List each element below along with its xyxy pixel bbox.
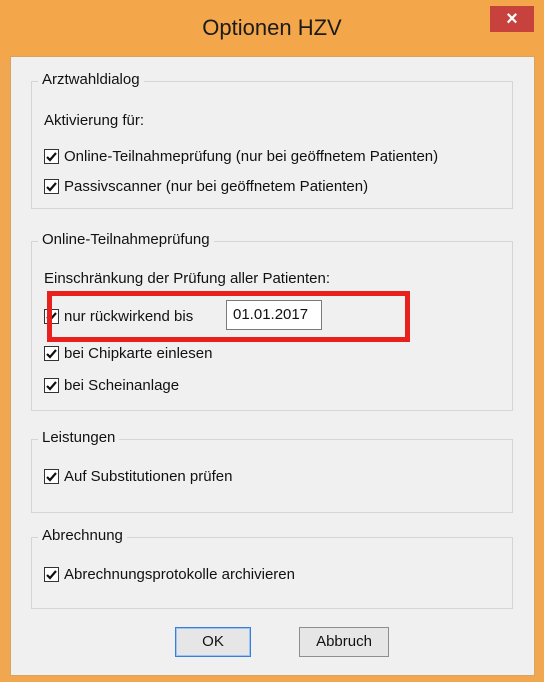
group-leistungen: Leistungen Auf Substitutionen prüfen [31,429,513,513]
checkbox-label: Abrechnungsprotokolle archivieren [64,566,295,583]
checkbox-box[interactable] [44,378,59,393]
online-subtitle: Einschränkung der Prüfung aller Patiente… [44,270,331,287]
checkbox-box[interactable] [44,149,59,164]
checkbox-label: Online-Teilnahmeprüfung (nur bei geöffne… [64,148,439,165]
checkbox-label: Auf Substitutionen prüfen [64,468,233,485]
group-arztwahldialog: Arztwahldialog Aktivierung für: Online-T… [31,71,513,209]
checkbox-passivscanner[interactable]: Passivscanner (nur bei geöffnetem Patien… [44,178,368,195]
checkbox-box[interactable] [44,469,59,484]
check-icon [46,182,57,192]
check-icon [46,472,57,482]
arztwahl-subtitle: Aktivierung für: [44,112,145,129]
checkbox-box[interactable] [44,567,59,582]
check-icon [46,152,57,162]
checkbox-box[interactable] [44,346,59,361]
checkbox-label: bei Scheinanlage [64,377,180,394]
dialog-client-area: Arztwahldialog Aktivierung für: Online-T… [10,56,535,676]
checkbox-chipkarte-einlesen[interactable]: bei Chipkarte einlesen [44,345,212,362]
checkbox-box[interactable] [44,179,59,194]
cancel-button[interactable]: Abbruch [299,627,389,657]
checkbox-label: Passivscanner (nur bei geöffnetem Patien… [64,178,369,195]
dialog-title: Optionen HZV [202,15,342,40]
checkbox-online-teilnahmepruefung[interactable]: Online-Teilnahmeprüfung (nur bei geöffne… [44,148,438,165]
checkbox-substitutionen[interactable]: Auf Substitutionen prüfen [44,468,232,485]
highlight-frame [47,291,410,342]
check-icon [46,349,57,359]
checkbox-abrechnungsprotokolle[interactable]: Abrechnungsprotokolle archivieren [44,566,295,583]
group-abrechnung: Abrechnung Abrechnungsprotokolle archivi… [31,527,513,609]
group-label-abrechnung: Abrechnung [38,527,127,544]
group-label-leistungen: Leistungen [38,429,120,446]
dialog-window: Optionen HZV × Arztwahldialog Aktivierun… [0,0,544,682]
ok-button[interactable]: OK [175,627,251,657]
checkbox-scheinanlage[interactable]: bei Scheinanlage [44,377,179,394]
close-button[interactable]: × [490,6,534,32]
title-bar[interactable]: Optionen HZV × [0,0,544,60]
checkbox-label: bei Chipkarte einlesen [64,345,213,362]
check-icon [46,570,57,580]
check-icon [46,381,57,391]
group-label-arztwahldialog: Arztwahldialog [38,71,144,88]
group-label-online-teilnahmepruefung: Online-Teilnahmeprüfung [38,231,214,248]
close-icon: × [506,8,518,30]
